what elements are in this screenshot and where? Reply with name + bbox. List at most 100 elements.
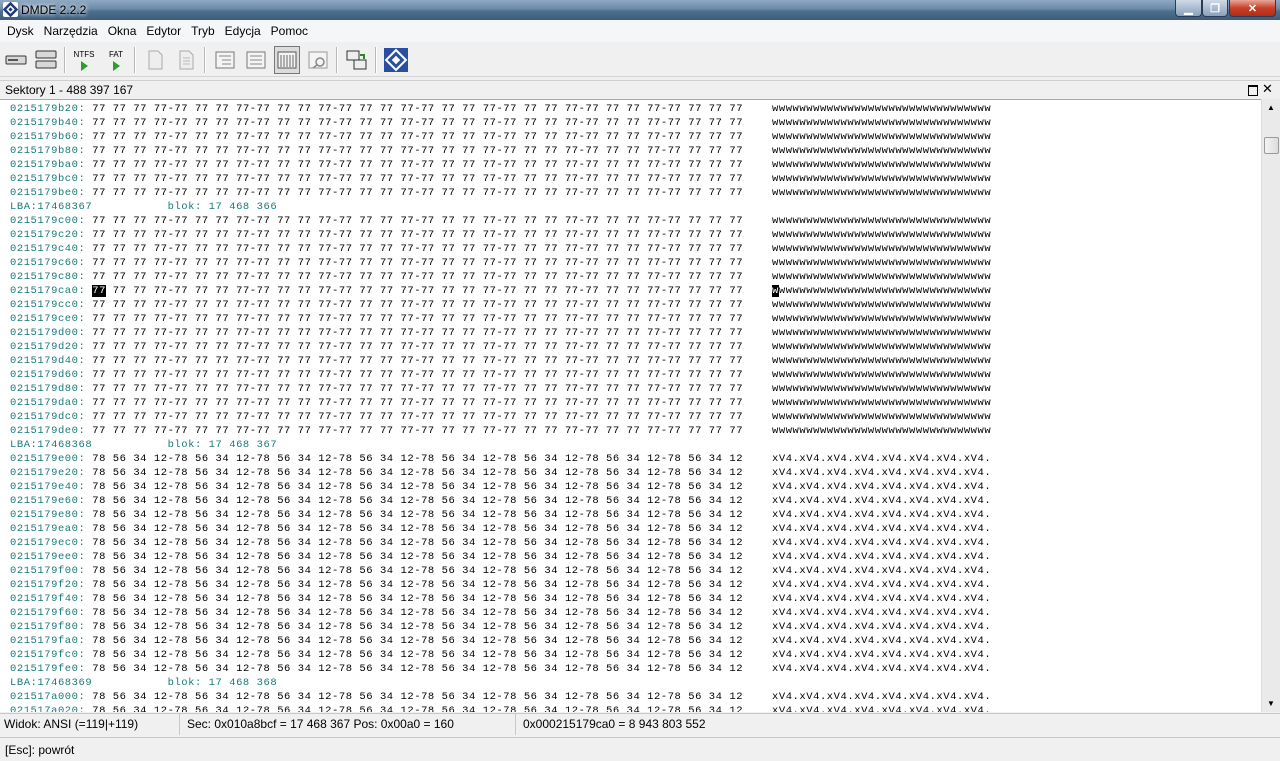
ascii-row[interactable]: wwwwwwwwwwwwwwwwwwwwwwwwwwwwwwww [772, 410, 991, 424]
hex-row[interactable]: 0215179fc0: 78 56 34 12-78 56 34 12-78 5… [10, 648, 743, 662]
hex-row-bytes[interactable]: 77 77 77 77-77 77 77 77-77 77 77 77-77 7… [92, 103, 743, 115]
hex-row-bytes[interactable]: 78 56 34 12-78 56 34 12-78 56 34 12-78 5… [92, 453, 743, 465]
hex-row[interactable]: 0215179da0: 77 77 77 77-77 77 77 77-77 7… [10, 396, 743, 410]
hex-row-bytes[interactable]: 77 77 77 77-77 77 77 77-77 77 77 77-77 7… [92, 159, 743, 171]
hex-row[interactable]: 0215179b20: 77 77 77 77-77 77 77 77-77 7… [10, 102, 743, 116]
menu-item[interactable]: Edytor [141, 20, 186, 42]
view-search-button[interactable] [305, 46, 331, 74]
maximize-button[interactable]: ❐ [1202, 0, 1228, 17]
hex-row-bytes[interactable]: 77 77 77 77-77 77 77 77-77 77 77 77-77 7… [92, 145, 743, 157]
hex-row-bytes[interactable]: 78 56 34 12-78 56 34 12-78 56 34 12-78 5… [92, 467, 743, 479]
hex-editor-view[interactable]: 0215179b20: 77 77 77 77-77 77 77 77-77 7… [0, 99, 1261, 712]
hex-row[interactable]: 0215179b80: 77 77 77 77-77 77 77 77-77 7… [10, 144, 743, 158]
hex-row[interactable]: 0215179ec0: 78 56 34 12-78 56 34 12-78 5… [10, 536, 743, 550]
hex-row-bytes[interactable]: 78 56 34 12-78 56 34 12-78 56 34 12-78 5… [92, 509, 743, 521]
hex-row-bytes[interactable]: 78 56 34 12-78 56 34 12-78 56 34 12-78 5… [92, 565, 743, 577]
hex-row[interactable]: 0215179ca0: 77 77 77 77-77 77 77 77-77 7… [10, 284, 743, 298]
hex-row[interactable]: 0215179e80: 78 56 34 12-78 56 34 12-78 5… [10, 508, 743, 522]
panel-close-icon[interactable]: ✕ [1262, 81, 1273, 97]
hex-row-bytes[interactable]: 78 56 34 12-78 56 34 12-78 56 34 12-78 5… [92, 621, 743, 633]
hex-row[interactable]: 021517a000: 78 56 34 12-78 56 34 12-78 5… [10, 690, 743, 704]
hex-row-bytes[interactable]: 78 56 34 12-78 56 34 12-78 56 34 12-78 5… [92, 635, 743, 647]
hex-row[interactable]: 0215179d20: 77 77 77 77-77 77 77 77-77 7… [10, 340, 743, 354]
hex-row-bytes[interactable]: 77 77 77 77-77 77 77 77-77 77 77 77-77 7… [92, 215, 743, 227]
hex-row[interactable]: 0215179c80: 77 77 77 77-77 77 77 77-77 7… [10, 270, 743, 284]
ascii-row[interactable]: wwwwwwwwwwwwwwwwwwwwwwwwwwwwwwww [772, 144, 991, 158]
view-sectors-button[interactable] [274, 46, 300, 74]
ascii-row[interactable]: wwwwwwwwwwwwwwwwwwwwwwwwwwwwwwww [772, 256, 991, 270]
ascii-row[interactable]: xV4.xV4.xV4.xV4.xV4.xV4.xV4.xV4. [772, 592, 991, 606]
app-logo-icon[interactable] [3, 2, 18, 17]
ascii-row[interactable]: wwwwwwwwwwwwwwwwwwwwwwwwwwwwwwww [772, 102, 991, 116]
hex-row[interactable]: 0215179f80: 78 56 34 12-78 56 34 12-78 5… [10, 620, 743, 634]
hex-row-bytes[interactable]: 77 77 77 77-77 77 77 77-77 77 77 77-77 7… [92, 243, 743, 255]
hex-row[interactable]: 0215179dc0: 77 77 77 77-77 77 77 77-77 7… [10, 410, 743, 424]
ascii-row[interactable]: wwwwwwwwwwwwwwwwwwwwwwwwwwwwwwww [772, 340, 991, 354]
hex-row[interactable]: 0215179f40: 78 56 34 12-78 56 34 12-78 5… [10, 592, 743, 606]
hex-row-bytes[interactable]: 77 77 77 77-77 77 77 77-77 77 77 77-77 7… [92, 425, 743, 437]
scroll-down-icon[interactable]: ▼ [1262, 695, 1280, 712]
hex-row[interactable]: 0215179e00: 78 56 34 12-78 56 34 12-78 5… [10, 452, 743, 466]
ascii-row[interactable]: xV4.xV4.xV4.xV4.xV4.xV4.xV4.xV4. [772, 634, 991, 648]
hex-row[interactable]: 0215179c60: 77 77 77 77-77 77 77 77-77 7… [10, 256, 743, 270]
ascii-row[interactable]: xV4.xV4.xV4.xV4.xV4.xV4.xV4.xV4. [772, 494, 991, 508]
hex-row-bytes[interactable]: 77 77 77 77-77 77 77 77-77 77 77 77-77 7… [92, 173, 743, 185]
about-button[interactable] [383, 46, 409, 74]
fat-search-button[interactable]: FAT [103, 46, 129, 74]
ascii-row[interactable]: xV4.xV4.xV4.xV4.xV4.xV4.xV4.xV4. [772, 662, 991, 676]
hex-row[interactable]: 0215179e60: 78 56 34 12-78 56 34 12-78 5… [10, 494, 743, 508]
ascii-row[interactable]: xV4.xV4.xV4.xV4.xV4.xV4.xV4.xV4. [772, 564, 991, 578]
hex-row-bytes[interactable]: 77 77 77 77-77 77 77 77-77 77 77 77-77 7… [92, 355, 743, 367]
ascii-row[interactable]: xV4.xV4.xV4.xV4.xV4.xV4.xV4.xV4. [772, 452, 991, 466]
hex-row-bytes[interactable]: 77 77 77 77-77 77 77 77-77 77 77 77-77 7… [92, 341, 743, 353]
hex-row[interactable]: 0215179f60: 78 56 34 12-78 56 34 12-78 5… [10, 606, 743, 620]
vertical-scrollbar[interactable]: ▲ ▼ [1261, 99, 1280, 712]
hex-row-bytes[interactable]: 77 77 77 77-77 77 77 77-77 77 77 77-77 7… [92, 131, 743, 143]
ascii-row[interactable]: wwwwwwwwwwwwwwwwwwwwwwwwwwwwwwww [772, 284, 991, 298]
hex-row[interactable]: 0215179be0: 77 77 77 77-77 77 77 77-77 7… [10, 186, 743, 200]
hex-row-bytes[interactable]: 78 56 34 12-78 56 34 12-78 56 34 12-78 5… [92, 607, 743, 619]
ascii-row[interactable]: wwwwwwwwwwwwwwwwwwwwwwwwwwwwwwww [772, 242, 991, 256]
menu-item[interactable]: Dysk [2, 20, 39, 42]
hex-row-bytes[interactable]: 78 56 34 12-78 56 34 12-78 56 34 12-78 5… [92, 481, 743, 493]
view-tree-button[interactable] [212, 46, 238, 74]
ascii-row[interactable]: xV4.xV4.xV4.xV4.xV4.xV4.xV4.xV4. [772, 620, 991, 634]
menu-item[interactable]: Narzędzia [39, 20, 103, 42]
ascii-row[interactable]: wwwwwwwwwwwwwwwwwwwwwwwwwwwwwwww [772, 424, 991, 438]
minimize-button[interactable]: ▁ [1175, 0, 1202, 17]
scroll-up-icon[interactable]: ▲ [1262, 99, 1280, 116]
hex-row-bytes[interactable]: 78 56 34 12-78 56 34 12-78 56 34 12-78 5… [92, 579, 743, 591]
ascii-row[interactable]: wwwwwwwwwwwwwwwwwwwwwwwwwwwwwwww [772, 186, 991, 200]
ascii-row[interactable]: wwwwwwwwwwwwwwwwwwwwwwwwwwwwwwww [772, 214, 991, 228]
hex-row-bytes[interactable]: 77 77 77 77-77 77 77 77-77 77 77 77-77 7… [92, 187, 743, 199]
hex-row[interactable]: 0215179ee0: 78 56 34 12-78 56 34 12-78 5… [10, 550, 743, 564]
ascii-row[interactable]: xV4.xV4.xV4.xV4.xV4.xV4.xV4.xV4. [772, 648, 991, 662]
ascii-row[interactable]: xV4.xV4.xV4.xV4.xV4.xV4.xV4.xV4. [772, 550, 991, 564]
close-button[interactable]: ✕ [1229, 0, 1276, 17]
hex-row[interactable]: 0215179fa0: 78 56 34 12-78 56 34 12-78 5… [10, 634, 743, 648]
hex-row-bytes[interactable]: 77 77 77 77-77 77 77 77-77 77 77 77-77 7… [92, 299, 743, 311]
menu-item[interactable]: Pomoc [266, 20, 313, 42]
hex-row[interactable]: 0215179cc0: 77 77 77 77-77 77 77 77-77 7… [10, 298, 743, 312]
hex-row[interactable]: 0215179bc0: 77 77 77 77-77 77 77 77-77 7… [10, 172, 743, 186]
ascii-row[interactable]: xV4.xV4.xV4.xV4.xV4.xV4.xV4.xV4. [772, 536, 991, 550]
hex-row[interactable]: 0215179c00: 77 77 77 77-77 77 77 77-77 7… [10, 214, 743, 228]
ascii-row[interactable]: wwwwwwwwwwwwwwwwwwwwwwwwwwwwwwww [772, 312, 991, 326]
hex-row-bytes[interactable]: 77 77 77 77-77 77 77 77-77 77 77 77-77 7… [92, 369, 743, 381]
hex-row-bytes[interactable]: 77 77 77 77-77 77 77 77-77 77 77 77-77 7… [92, 271, 743, 283]
hex-row[interactable]: 021517a020: 78 56 34 12-78 56 34 12-78 5… [10, 704, 743, 712]
ascii-row[interactable]: wwwwwwwwwwwwwwwwwwwwwwwwwwwwwwww [772, 368, 991, 382]
hex-row-bytes[interactable]: 77 77 77 77-77 77 77 77-77 77 77 77-77 7… [92, 383, 743, 395]
hex-row[interactable]: 0215179fe0: 78 56 34 12-78 56 34 12-78 5… [10, 662, 743, 676]
ascii-cursor[interactable]: w [772, 285, 779, 297]
hex-row[interactable]: 0215179d80: 77 77 77 77-77 77 77 77-77 7… [10, 382, 743, 396]
hex-row-bytes[interactable]: 77 77 77 77-77 77 77 77-77 77 77 77-77 7… [92, 327, 743, 339]
hex-row-bytes[interactable]: 77 77 77 77-77 77 77 77-77 77 77 77-77 7… [92, 411, 743, 423]
hex-row[interactable]: 0215179ce0: 77 77 77 77-77 77 77 77-77 7… [10, 312, 743, 326]
hex-row[interactable]: 0215179f00: 78 56 34 12-78 56 34 12-78 5… [10, 564, 743, 578]
ascii-row[interactable]: xV4.xV4.xV4.xV4.xV4.xV4.xV4.xV4. [772, 466, 991, 480]
hex-row-bytes[interactable]: 77 77 77-77 77 77 77-77 77 77 77-77 77 7… [106, 285, 743, 297]
ascii-row[interactable]: wwwwwwwwwwwwwwwwwwwwwwwwwwwwwwww [772, 116, 991, 130]
ascii-row[interactable]: wwwwwwwwwwwwwwwwwwwwwwwwwwwwwwww [772, 326, 991, 340]
hex-row-bytes[interactable]: 78 56 34 12-78 56 34 12-78 56 34 12-78 5… [92, 663, 743, 675]
